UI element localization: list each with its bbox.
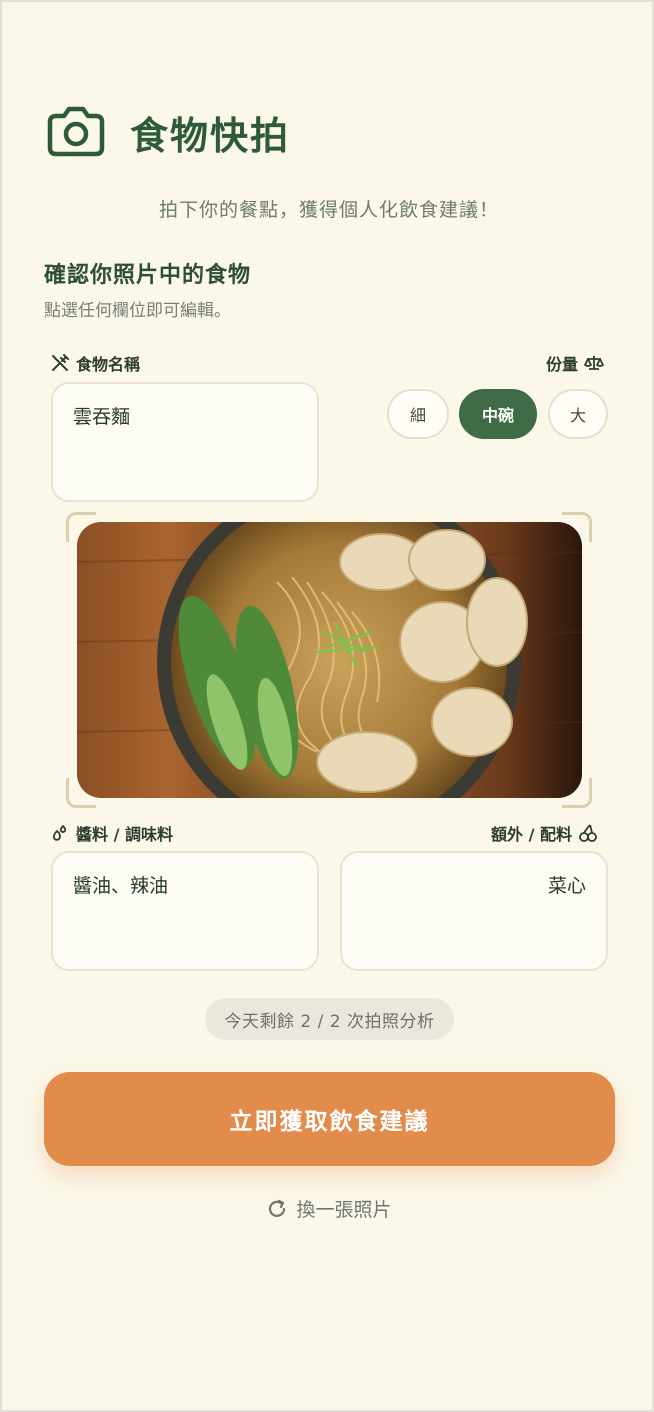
food-name-value[interactable]: 雲吞麵 <box>73 406 130 428</box>
quota-badge: 今天剩餘 2 / 2 次拍照分析 <box>205 998 454 1040</box>
sauces-value[interactable]: 醬油、辣油 <box>73 875 168 897</box>
sauces-label: 醬料 / 調味料 <box>50 821 173 845</box>
camera-icon <box>47 106 105 157</box>
food-photo-frame <box>66 512 592 808</box>
scale-icon <box>584 356 604 370</box>
extras-label: 額外 / 配料 <box>491 821 598 845</box>
portion-option-small[interactable]: 細 <box>387 389 449 439</box>
utensils-icon <box>52 354 69 371</box>
extras-field[interactable]: 菜心 <box>340 851 608 971</box>
refresh-icon <box>269 1199 286 1217</box>
food-name-field[interactable]: 雲吞麵 <box>51 382 319 502</box>
retake-label[interactable]: 換一張照片 <box>296 1195 391 1222</box>
cherries-icon <box>579 824 597 842</box>
header: 食物快拍 <box>44 102 290 162</box>
portion-option-medium[interactable]: 中碗 <box>459 389 537 439</box>
food-photo <box>77 522 582 798</box>
section-hint: 點選任何欄位即可編輯。 <box>44 301 231 321</box>
food-name-label: 食物名稱 <box>50 351 140 375</box>
page-subtitle: 拍下你的餐點，獲得個人化飲食建議！ <box>158 199 499 221</box>
app-screen: 食物快拍 拍下你的餐點，獲得個人化飲食建議！ 確認你照片中的食物 點選任何欄位即… <box>0 0 654 1412</box>
page-title: 食物快拍 <box>130 113 291 158</box>
retake-photo-button[interactable]: 換一張照片 <box>2 1195 654 1222</box>
portion-label: 份量 <box>546 351 604 375</box>
get-advice-button[interactable]: 立即獲取飲食建議 <box>44 1072 615 1166</box>
noodle-bowl-illustration <box>77 522 582 798</box>
portion-option-large[interactable]: 大 <box>548 389 608 439</box>
sauces-field[interactable]: 醬油、辣油 <box>51 851 319 971</box>
droplets-icon <box>52 825 67 841</box>
extras-value[interactable]: 菜心 <box>548 875 586 897</box>
section-title: 確認你照片中的食物 <box>44 263 252 288</box>
